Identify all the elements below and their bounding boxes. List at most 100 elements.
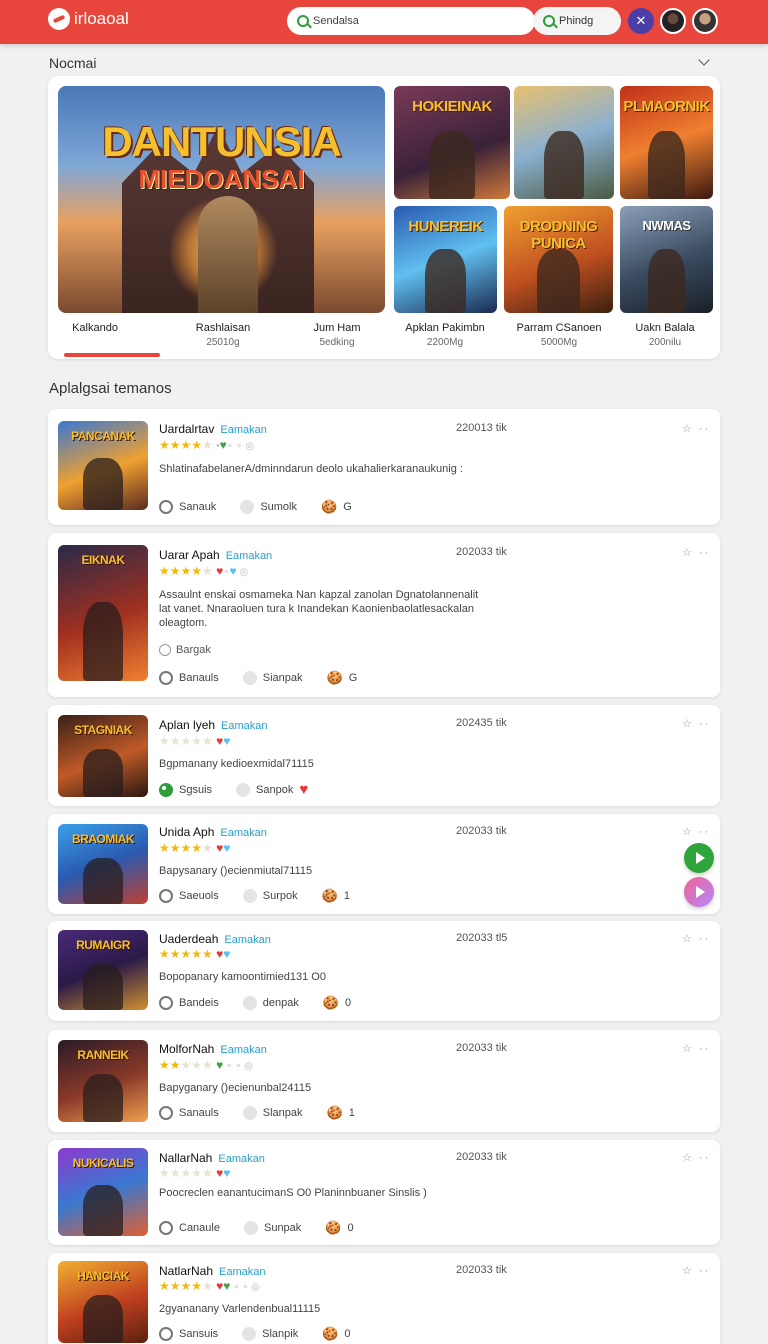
meta-icon	[159, 1106, 173, 1120]
meta-icon	[242, 996, 257, 1010]
rating-stars: ★★★★★ ♥♥ ∘ ∘ ◎	[159, 1279, 260, 1293]
chevron-down-icon[interactable]	[698, 54, 710, 66]
app-thumbnail[interactable]: RUMAIGR	[58, 930, 148, 1010]
search-button-label: Phindg	[559, 15, 594, 27]
featured-tile[interactable]: HUNEREIK	[394, 206, 497, 313]
featured-item-sub: 5edking	[319, 337, 355, 348]
app-tag: Eamakan	[218, 1153, 265, 1165]
app-title[interactable]: Aplan lyeh Eamakan	[159, 718, 268, 732]
app-title[interactable]: NatlarNah Eamakan	[159, 1264, 266, 1278]
app-thumbnail[interactable]: NUKICALIS	[58, 1148, 148, 1236]
search-icon	[543, 15, 555, 27]
app-card[interactable]: HANCIAK NatlarNah Eamakan ★★★★★ ♥♥ ∘ ∘ ◎ …	[48, 1253, 720, 1344]
app-title[interactable]: Uaderdeah Eamakan	[159, 932, 271, 946]
profile-avatar[interactable]	[692, 8, 718, 34]
featured-item-sub: 5000Mg	[540, 337, 578, 348]
search-box[interactable]	[287, 7, 535, 35]
featured-tile[interactable]: DRODNING PUNICA	[504, 206, 613, 313]
app-meta: Saeuols Surpok 🍪 1	[159, 888, 350, 904]
meta-icon	[159, 671, 173, 685]
list-section-title: Aplalgsai temanos	[49, 380, 172, 397]
app-card[interactable]: RANNEIK MolforNah Eamakan ★★★★★ ♥ ∘ ∘ ◎ 2…	[48, 1030, 720, 1132]
app-card[interactable]: NUKICALIS NallarNah Eamakan ★★★★★ ♥♥ 2020…	[48, 1140, 720, 1245]
more-actions-icon[interactable]: ☆ ··	[682, 1151, 710, 1164]
featured-tile[interactable]: HOKIEINAK	[394, 86, 510, 199]
app-thumbnail[interactable]: BRAOMIAK	[58, 824, 148, 904]
share-icon[interactable]: ✕	[628, 8, 654, 34]
app-thumbnail[interactable]: HANCIAK	[58, 1261, 148, 1343]
cookie-icon: 🍪	[326, 670, 343, 685]
rating-stars: ★★★★★ ♥ ∘ ∘ ◎	[159, 1058, 253, 1072]
featured-tile[interactable]: PLMAORNIK	[620, 86, 713, 199]
more-actions-icon[interactable]: ☆ ··	[682, 932, 710, 945]
app-description: Poocreclen eanantucimanS O0 Planinnbuane…	[159, 1187, 427, 1199]
more-actions-icon[interactable]: ☆ ··	[682, 1042, 710, 1055]
more-actions-icon[interactable]: ☆ ··	[682, 717, 710, 730]
hero-banner[interactable]: DANTUNSIA MIEDOANSAI	[58, 86, 385, 313]
rating-stars: ★★★★★ ♥♥	[159, 947, 231, 961]
rating-stars: ★★★★★ •♥∘ ∘ ◎	[159, 438, 255, 452]
app-tag: Eamakan	[224, 934, 271, 946]
meta-icon	[159, 782, 173, 797]
app-date: 202435 tik	[456, 717, 507, 729]
rating-stars: ★★★★★ ♥♥	[159, 841, 231, 855]
app-title[interactable]: NallarNah Eamakan	[159, 1151, 265, 1165]
app-meta: Sanauk Sumolk 🍪 G	[159, 499, 352, 515]
app-card[interactable]: BRAOMIAK Unida Aph Eamakan ★★★★★ ♥♥ 20203…	[48, 814, 720, 914]
cookie-icon: 🍪	[325, 1220, 342, 1235]
app-title[interactable]: Unida Aph Eamakan	[159, 825, 267, 839]
more-actions-icon[interactable]: ☆ ··	[682, 422, 710, 435]
featured-item-label[interactable]: Parram CSanoen	[504, 322, 614, 334]
app-thumbnail[interactable]: PANCANAK	[58, 421, 148, 510]
app-thumbnail[interactable]: STAGNIAK	[58, 715, 148, 797]
secondary-play-button[interactable]	[684, 877, 714, 907]
app-description: Bapysanary ()ecienmiutal71115	[159, 865, 313, 877]
app-logo[interactable]: irloaoal	[48, 8, 129, 30]
search-button[interactable]: Phindg	[533, 7, 621, 35]
app-meta: Sanauls Slanpak 🍪 1	[159, 1105, 355, 1121]
status-icon	[159, 644, 171, 656]
app-card[interactable]: STAGNIAK Aplan lyeh Eamakan ★★★★★ ♥♥ 2024…	[48, 705, 720, 806]
app-description: Bapyganary ()ecienunbal24115	[159, 1082, 312, 1094]
featured-tile[interactable]: NWMAS	[620, 206, 713, 313]
app-description: Bgpmanany kedioexmidal71115	[159, 758, 314, 770]
meta-icon	[240, 500, 255, 514]
play-button[interactable]	[684, 843, 714, 873]
meta-icon	[236, 782, 251, 797]
meta-icon	[242, 1327, 257, 1341]
meta-icon	[242, 889, 257, 903]
app-date: 202033 tik	[456, 1151, 507, 1163]
app-card[interactable]: PANCANAK Uardalrtav Eamakan ★★★★★ •♥∘ ∘ ◎…	[48, 409, 720, 525]
app-date: 202033 tik	[456, 1042, 507, 1054]
app-tag: Eamakan	[219, 1266, 266, 1278]
featured-item-label[interactable]: Uakn Balala	[610, 322, 720, 334]
app-description: 2gyananany Varlendenbual11115	[159, 1303, 321, 1315]
featured-item-label[interactable]: Jum Ham	[282, 322, 392, 334]
featured-tile[interactable]	[514, 86, 614, 199]
heart-icon[interactable]: ♥	[299, 781, 308, 798]
more-actions-icon[interactable]: ☆ ··	[682, 825, 710, 838]
featured-section-title: Nocmai	[49, 55, 97, 71]
featured-item-label[interactable]: Rashlaisan	[168, 322, 278, 334]
app-tag: Eamakan	[220, 424, 267, 436]
app-card[interactable]: EIKNAK Uarar Apah Eamakan ★★★★★ ♥∘♥ ◎ 202…	[48, 533, 720, 697]
app-thumbnail[interactable]: EIKNAK	[58, 545, 148, 681]
avatar[interactable]	[660, 8, 686, 34]
more-actions-icon[interactable]: ☆ ··	[682, 546, 710, 559]
app-title[interactable]: Uardalrtav Eamakan	[159, 422, 267, 436]
featured-item-label[interactable]: Kalkando	[40, 322, 150, 334]
cookie-icon: 🍪	[322, 995, 340, 1010]
app-card[interactable]: RUMAIGR Uaderdeah Eamakan ★★★★★ ♥♥ 202033…	[48, 921, 720, 1021]
app-title[interactable]: MolforNah Eamakan	[159, 1042, 267, 1056]
more-actions-icon[interactable]: ☆ ··	[682, 1264, 710, 1277]
featured-item-label[interactable]: Apklan Pakimbn	[390, 322, 500, 334]
app-date: 202033 tik	[456, 825, 507, 837]
meta-icon	[243, 1221, 258, 1235]
hero-subtitle: MIEDOANSAI	[138, 164, 305, 194]
app-title[interactable]: Uarar Apah Eamakan	[159, 548, 272, 562]
meta-icon	[159, 996, 173, 1010]
app-tag: Eamakan	[220, 1044, 267, 1056]
app-thumbnail[interactable]: RANNEIK	[58, 1040, 148, 1122]
search-input[interactable]	[313, 15, 513, 27]
featured-carousel: DANTUNSIA MIEDOANSAI HOKIEINAK PLMAORNIK…	[48, 76, 720, 359]
